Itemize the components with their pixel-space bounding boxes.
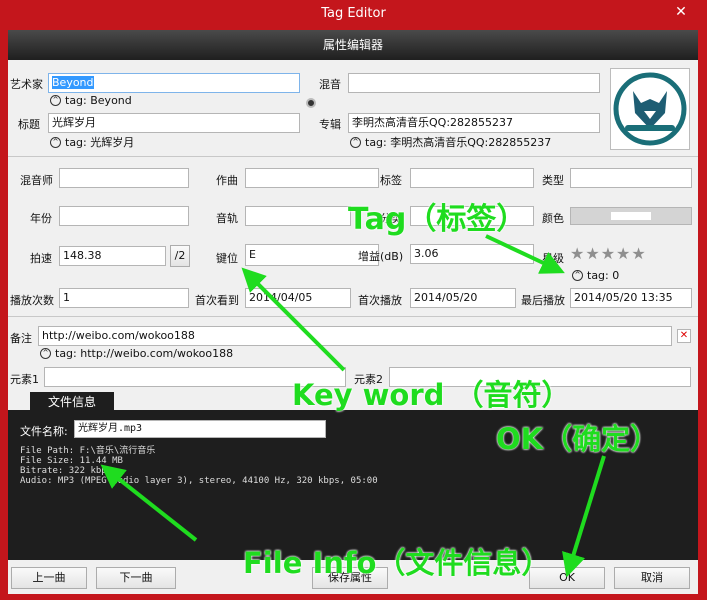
chevron-up-icon[interactable]: ^ — [350, 136, 361, 148]
album-art[interactable] — [610, 68, 690, 150]
composer-input[interactable] — [245, 168, 379, 188]
genre-label: 类型 — [542, 174, 564, 187]
comment-tag-note: ^ tag: http://weibo.com/wokoo188 — [40, 347, 233, 360]
playcount-input[interactable]: 1 — [59, 288, 189, 308]
star-icon[interactable]: ★ — [585, 244, 599, 263]
filename-label: 文件名称: — [20, 425, 68, 438]
firstplay-input[interactable]: 2014/05/20 — [410, 288, 516, 308]
composer-label: 作曲 — [216, 174, 238, 187]
close-icon[interactable]: ✕ — [663, 2, 699, 22]
artist-input[interactable]: Beyond — [48, 73, 300, 93]
ok-annotation: OK（确定） — [496, 422, 660, 456]
comment-label: 备注 — [10, 332, 32, 345]
fileinfo-annotation: File Info（文件信息） — [243, 546, 551, 580]
lastplay-input[interactable]: 2014/05/20 13:35 — [570, 288, 692, 308]
playcount-label: 播放次数 — [10, 294, 54, 307]
divider — [8, 316, 698, 317]
title-label: 标题 — [18, 118, 40, 131]
mixing-input[interactable] — [348, 73, 600, 93]
remixer-input[interactable] — [59, 168, 189, 188]
track-label: 音轨 — [216, 212, 238, 225]
album-input[interactable]: 李明杰高清音乐QQ:282855237 — [348, 113, 600, 133]
rating-tag-note: ^ tag: 0 — [572, 269, 619, 282]
color-label: 颜色 — [542, 212, 564, 225]
remixer-label: 混音师 — [20, 174, 53, 187]
mixing-label: 混音 — [319, 78, 341, 91]
album-tag-note: ^ tag: 李明杰高清音乐QQ:282855237 — [350, 134, 551, 150]
star-icon[interactable]: ★ — [570, 244, 584, 263]
artist-label: 艺术家 — [10, 78, 43, 91]
element1-label: 元素1 — [10, 373, 39, 386]
divider — [8, 156, 698, 157]
file-path-text: File Path: F:\音乐\流行音乐 — [20, 446, 156, 456]
tab-fileinfo[interactable]: 文件信息 — [30, 392, 114, 412]
firstseen-label: 首次看到 — [195, 294, 239, 307]
chevron-up-icon[interactable]: ^ — [50, 95, 61, 106]
star-icon[interactable]: ★ — [631, 244, 645, 263]
chevron-up-icon[interactable]: ^ — [572, 270, 583, 281]
chevron-up-icon[interactable]: ^ — [50, 136, 61, 148]
star-icon[interactable]: ★ — [616, 244, 630, 263]
comment-input[interactable]: http://weibo.com/wokoo188 — [38, 326, 672, 346]
window-title: Tag Editor — [321, 6, 386, 21]
label-label: 标签 — [380, 174, 402, 187]
next-track-button[interactable]: 下一曲 — [96, 567, 176, 589]
gain-label: 增益(dB) — [358, 250, 404, 263]
track-input[interactable] — [245, 206, 351, 226]
title-input[interactable]: 光辉岁月 — [48, 113, 300, 133]
rating-stars[interactable]: ★★★★★ — [570, 244, 647, 263]
record-dot-icon — [306, 98, 316, 108]
title-tag-note: ^ tag: 光辉岁月 — [50, 134, 134, 150]
rating-label: 星级 — [542, 252, 564, 265]
bitrate-text: Bitrate: 322 kbps — [20, 466, 113, 476]
page-title: 属性编辑器 — [8, 30, 698, 60]
wolf-logo-icon — [613, 72, 687, 146]
editor-client-area: 属性编辑器 艺术家 Beyond ^ tag: Beyond 混音 标题 光辉岁月… — [8, 30, 698, 594]
bpm-label: 拍速 — [30, 252, 52, 265]
filename-input[interactable]: 光辉岁月.mp3 — [74, 420, 326, 438]
bpm-half-button[interactable]: /2 — [170, 245, 190, 267]
tag-editor-window: Tag Editor ✕ 属性编辑器 艺术家 Beyond ^ tag: Beyo… — [0, 0, 707, 600]
prev-track-button[interactable]: 上一曲 — [11, 567, 87, 589]
chevron-up-icon[interactable]: ^ — [40, 348, 51, 359]
star-icon[interactable]: ★ — [601, 244, 615, 263]
firstplay-label: 首次播放 — [358, 294, 402, 307]
audio-text: Audio: MP3 (MPEG audio layer 3), stereo,… — [20, 476, 378, 486]
clear-comment-icon[interactable]: ✕ — [677, 329, 691, 343]
lastplay-label: 最后播放 — [521, 294, 565, 307]
year-input[interactable] — [59, 206, 189, 226]
bpm-input[interactable]: 148.38 — [59, 246, 166, 266]
gain-input[interactable]: 3.06 — [410, 244, 534, 264]
key-label: 键位 — [216, 252, 238, 265]
year-label: 年份 — [30, 212, 52, 225]
album-label: 专辑 — [319, 118, 341, 131]
artist-tag-note: ^ tag: Beyond — [50, 94, 132, 107]
color-picker[interactable] — [570, 207, 692, 225]
tag-annotation: Tag（标签） — [348, 202, 527, 237]
firstseen-input[interactable]: 2014/04/05 — [245, 288, 351, 308]
genre-input[interactable] — [570, 168, 692, 188]
cancel-button[interactable]: 取消 — [614, 567, 690, 589]
label-input[interactable] — [410, 168, 534, 188]
file-size-text: File Size: 11.44 MB — [20, 456, 123, 466]
keyword-annotation: Key word （音符） — [292, 378, 571, 412]
